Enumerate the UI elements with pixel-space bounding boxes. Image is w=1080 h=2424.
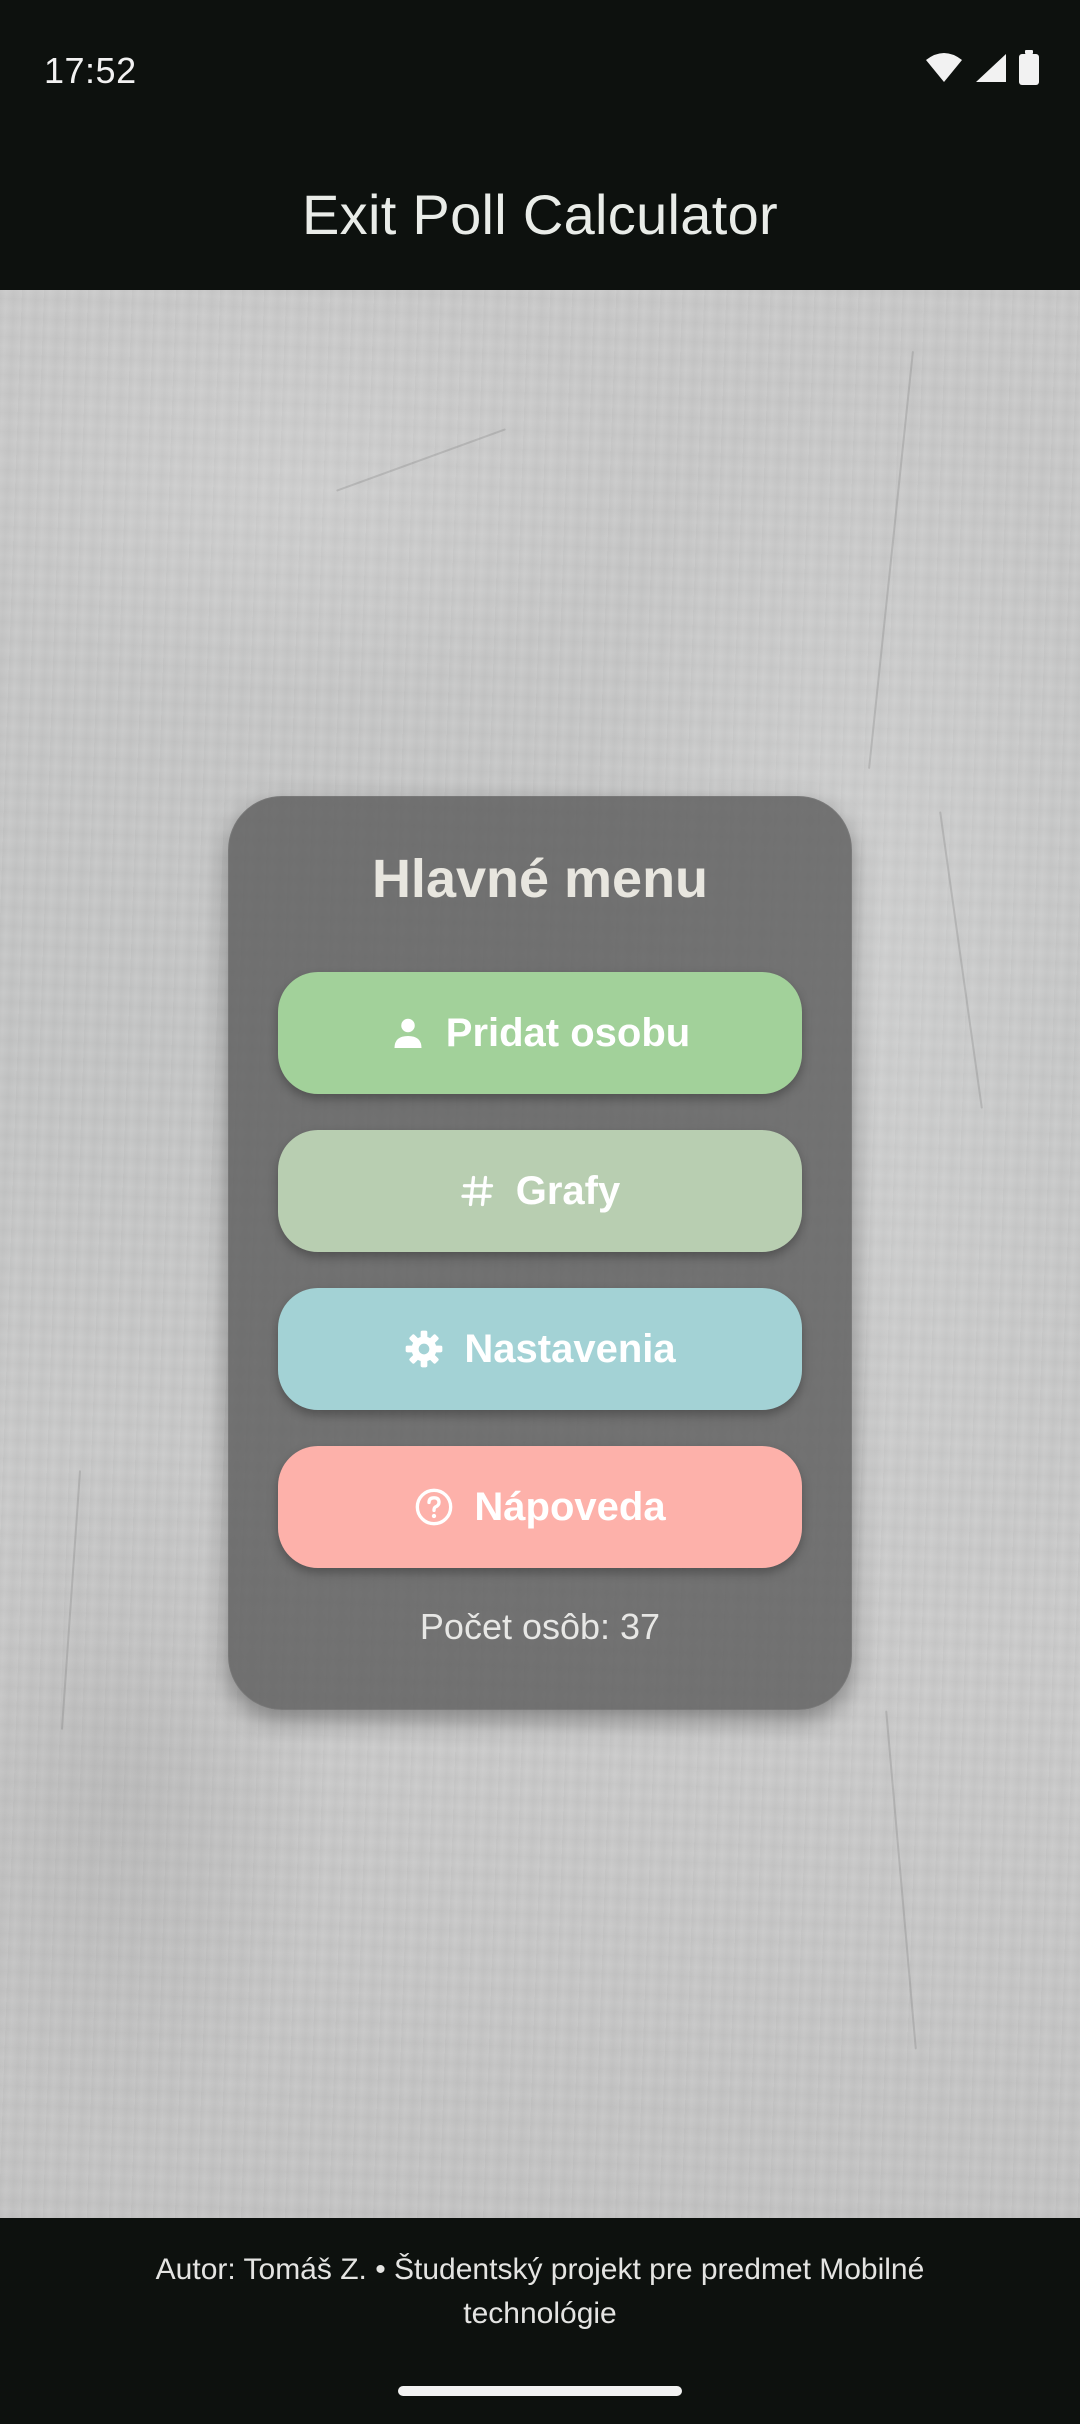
settings-button[interactable]: Nastavenia — [278, 1288, 802, 1410]
concrete-background: Hlavné menu Pridat osobu Grafy Nastaveni… — [0, 290, 1080, 2218]
footer: Autor: Tomáš Z. • Študentský projekt pre… — [0, 2218, 1080, 2424]
home-indicator[interactable] — [398, 2386, 682, 2396]
status-time: 17:52 — [44, 50, 137, 91]
charts-button[interactable]: Grafy — [278, 1130, 802, 1252]
status-bar: 17:52 — [0, 0, 1080, 140]
hashtag-icon — [461, 1175, 493, 1207]
battery-icon — [1019, 50, 1039, 85]
app-title: Exit Poll Calculator — [302, 183, 778, 246]
help-circle-icon — [416, 1488, 453, 1526]
charts-label: Grafy — [515, 1168, 621, 1213]
background-texture — [868, 351, 914, 769]
footer-credits: Autor: Tomáš Z. • Študentský projekt pre… — [155, 2253, 925, 2330]
main-menu-card: Hlavné menu Pridat osobu Grafy Nastaveni… — [228, 796, 852, 1710]
background-texture — [60, 1470, 82, 1730]
background-texture — [939, 811, 983, 1109]
menu-title: Hlavné menu — [371, 849, 709, 909]
add-person-button[interactable]: Pridat osobu — [278, 972, 802, 1094]
gear-icon — [406, 1330, 443, 1368]
help-button[interactable]: Nápoveda — [278, 1446, 802, 1568]
status-icons — [924, 50, 1040, 86]
app-bar: Exit Poll Calculator — [0, 140, 1080, 290]
wifi-icon — [926, 53, 962, 82]
background-texture — [336, 428, 506, 492]
person-icon — [394, 1018, 422, 1048]
person-count: Počet osôb: 37 — [419, 1606, 661, 1647]
help-label: Nápoveda — [474, 1484, 666, 1529]
signal-icon — [976, 54, 1006, 82]
settings-label: Nastavenia — [464, 1326, 676, 1371]
add-person-label: Pridat osobu — [445, 1010, 691, 1055]
background-texture — [885, 1710, 917, 2050]
